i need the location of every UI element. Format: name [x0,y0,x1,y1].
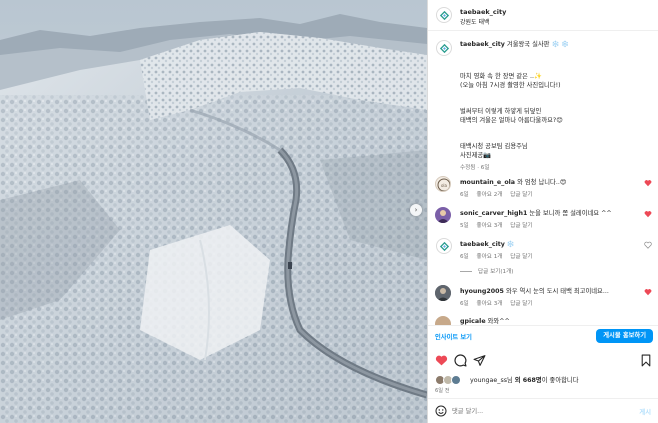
view-replies-label: 답글 보기(1개) [478,269,514,275]
commenter-avatar[interactable] [436,238,452,254]
svg-text:ola: ola [441,183,448,188]
comment-time: 6일 [460,254,469,260]
instagram-post: › taebaek_city 강원도 태백 taebaek_city 겨울왕국 … [0,0,658,423]
comment-text-row: gpicale 와와^^ [460,317,510,325]
likes-summary[interactable]: youngae_ss님 외 668명이 좋아합니다 [470,375,579,384]
comment-time: 5일 [460,223,469,229]
likes-count[interactable]: 외 668명 [515,377,542,384]
comment-reply-button[interactable]: 답글 달기 [510,192,532,198]
bookmark-icon[interactable] [639,353,653,367]
caption-username[interactable]: taebaek_city [460,41,505,48]
comment-meta: 6일 좋아요 3개 답글 달기 [460,299,539,307]
likes-prefix: youngae_ss님 [470,377,515,384]
comment-text: 와 엄청 납니다..😍 [517,179,567,186]
avatar-icon: ola [437,178,450,191]
header-location[interactable]: 강원도 태백 [460,17,490,26]
post-comment-button[interactable]: 게시 [639,407,651,416]
divider [460,271,472,272]
comment-text-row: taebaek_city ❄️ [460,240,515,249]
caption-first-line: taebaek_city 겨울왕국 실사판 ❄️ ❄️ [460,40,569,49]
like-heart-icon[interactable] [434,353,448,367]
taebaek-logo-icon [439,241,449,251]
avatar-icon [435,285,451,301]
comment-like-heart-icon[interactable] [644,179,652,189]
post-header: taebaek_city 강원도 태백 [428,0,658,31]
comment-text: 눈을 보니까 쫌 설레이네요 ^^ [529,210,612,217]
header-username[interactable]: taebaek_city [460,8,506,16]
comment-username[interactable]: taebaek_city [460,241,505,248]
taebaek-logo-icon [439,10,449,20]
commenter-avatar[interactable] [435,316,451,325]
comment-username[interactable]: mountain_e_ola [460,179,515,186]
caption-line: 태백시청 공보팀 김용주님 [460,143,528,150]
comment-text-row: mountain_e_ola 와 엄청 납니다..😍 [460,178,566,187]
city-logo-avatar[interactable] [436,7,452,23]
likes-row: youngae_ss님 외 668명이 좋아합니다 [428,371,658,389]
comment-likes[interactable]: 좋아요 3개 [477,223,503,229]
taebaek-logo-icon [439,43,449,53]
snowy-mountain-photo [0,0,427,423]
caption-avatar[interactable] [436,40,452,56]
avatar-icon [437,210,449,223]
post-photo[interactable]: › [0,0,427,423]
comment-likes[interactable]: 좋아요 1개 [477,254,503,260]
chevron-right-icon: › [414,206,418,214]
comment-meta: 6일 좋아요 1개 답글 달기 [460,252,539,260]
comment-like-heart-icon[interactable] [644,210,652,220]
next-photo-button[interactable]: › [410,204,422,216]
comment-input[interactable] [452,404,622,418]
comment-meta: 6일 좋아요 2개 답글 달기 [460,190,539,198]
comment-time: 6일 [460,192,469,198]
caption-meta: 수정됨 · 6일 [460,165,490,171]
comment-text: 와와^^ [487,318,510,325]
insight-promote-bar: 인사이트 보기 게시물 홍보하기 [428,325,658,347]
comment-reply-button[interactable]: 답글 달기 [510,254,532,260]
comment-bubble-icon[interactable] [453,353,467,367]
commenter-avatar[interactable] [435,207,451,223]
comment-time: 6일 [460,301,469,307]
caption-line: 마치 영화 속 한 장면 같은 ..✨ [460,73,542,80]
view-replies-button[interactable]: 답글 보기(1개) [460,267,513,275]
view-insights-link[interactable]: 인사이트 보기 [435,332,472,341]
commenter-avatar[interactable]: ola [435,176,451,192]
post-action-icons [428,349,658,371]
comment-username[interactable]: sonic_carver_high1 [460,210,527,217]
comment-username[interactable]: hyoung2005 [460,288,504,295]
comment-text-row: sonic_carver_high1 눈을 보니까 쫌 설레이네요 ^^ [460,209,612,218]
comment-text-row: hyoung2005 와우 역시 눈의 도시 태백 최고이네요... [460,287,609,296]
post-date: 6일 전 [435,388,450,394]
comments-list: taebaek_city 겨울왕국 실사판 ❄️ ❄️ 마치 영화 속 한 장면… [428,31,658,325]
comment-meta: 5일 좋아요 3개 답글 달기 [460,221,539,229]
liker-avatar [451,375,461,385]
comment-likes[interactable]: 좋아요 3개 [477,301,503,307]
add-comment-bar: 게시 [428,398,658,423]
promote-post-button[interactable]: 게시물 홍보하기 [596,329,653,343]
caption-line: 사진제공📷 [460,152,492,159]
comment-like-heart-icon[interactable] [644,288,652,298]
caption-line: 벌써부터 이렇게 하얗게 뒤덮인 [460,108,542,115]
share-paper-plane-icon[interactable] [472,353,486,367]
comment-text: 와우 역시 눈의 도시 태백 최고이네요... [505,288,609,295]
likes-suffix: 이 좋아합니다 [541,377,579,384]
caption-line: (오늘 아침 7시경 촬영한 사진입니다!) [460,82,561,89]
post-side-panel: taebaek_city 강원도 태백 taebaek_city 겨울왕국 실사… [427,0,658,423]
caption-line: 태백의 겨울은 얼마나 아름다울까요?😊 [460,117,563,124]
comment-likes[interactable]: 좋아요 2개 [477,192,503,198]
comment-username[interactable]: gpicale [460,318,486,325]
comment-like-heart-icon[interactable] [644,241,652,251]
comment-reply-button[interactable]: 답글 달기 [510,223,532,229]
commenter-avatar[interactable] [435,285,451,301]
caption-title: 겨울왕국 실사판 ❄️ ❄️ [506,41,570,48]
comment-reply-button[interactable]: 답글 달기 [510,301,532,307]
emoji-icon[interactable] [435,405,447,417]
comment-text: ❄️ [506,241,515,248]
